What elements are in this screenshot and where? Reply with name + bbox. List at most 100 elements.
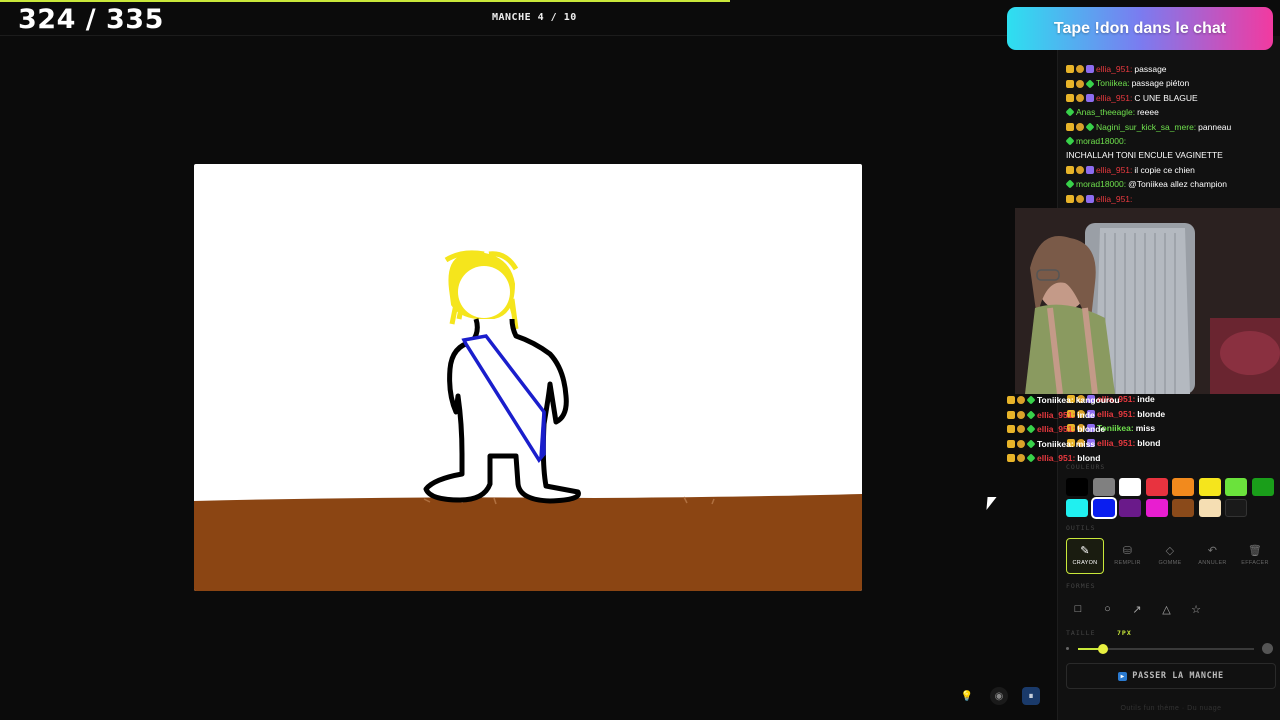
- crown-badge-icon: [1066, 94, 1074, 103]
- gold-badge-icon: [1017, 425, 1025, 434]
- chat-text: panneau: [1198, 121, 1232, 132]
- skip-round-button[interactable]: ▶ PASSER LA MANCHE: [1066, 663, 1276, 689]
- drawing: [194, 250, 862, 591]
- overlay-text: blond: [1137, 437, 1161, 448]
- arrow-icon[interactable]: ↗: [1127, 600, 1147, 618]
- chat-text: il copie ce chien: [1134, 164, 1195, 175]
- ellipse-icon[interactable]: ○: [1098, 600, 1118, 618]
- color-swatch[interactable]: [1225, 499, 1247, 517]
- green-badge-icon: [1026, 410, 1036, 420]
- chat-username: ellia_951:: [1096, 193, 1133, 204]
- overlay-text: inde: [1137, 394, 1155, 404]
- color-swatch[interactable]: [1251, 478, 1274, 496]
- crown-badge-icon: [1066, 122, 1074, 131]
- green-badge-icon: [1026, 395, 1036, 405]
- header-divider: [0, 35, 1056, 36]
- chat-username: Toniikea:: [1096, 78, 1130, 89]
- green-badge-icon: [1066, 136, 1075, 146]
- sub-badge-icon: [1086, 65, 1094, 74]
- drawing-canvas[interactable]: [194, 164, 862, 591]
- eye-icon[interactable]: ◉: [990, 687, 1008, 705]
- gold-badge-icon: [1017, 410, 1025, 419]
- chat-list: ellia_951: passage Toniikea: passage piét…: [1066, 62, 1271, 206]
- chat-message: morad18000: @Toniikea allez champion: [1066, 177, 1271, 191]
- color-swatch[interactable]: [1172, 478, 1194, 496]
- overlay-chat-message: ellia_951: blonde: [1007, 422, 1120, 437]
- gold-badge-icon: [1017, 439, 1025, 448]
- tool-remplir[interactable]: ⛁ REMPLIR: [1109, 538, 1147, 574]
- chat-message: ellia_951: passage: [1066, 62, 1271, 76]
- color-swatch[interactable]: [1119, 499, 1141, 517]
- crown-badge-icon: [1066, 79, 1074, 88]
- chat-text: passage: [1134, 64, 1167, 74]
- green-badge-icon: [1085, 122, 1095, 132]
- gold-badge-icon: [1076, 94, 1084, 103]
- overlay-chat-left: Toniikea: kangourou ellia_951: inde ellia_95…: [1007, 393, 1120, 466]
- pause-icon[interactable]: ⏸: [1022, 687, 1040, 705]
- tool-gomme[interactable]: ◇ GOMME: [1151, 538, 1189, 574]
- skip-round-label: PASSER LA MANCHE: [1132, 671, 1224, 681]
- rectangle-icon[interactable]: □: [1068, 600, 1088, 618]
- gold-badge-icon: [1076, 194, 1084, 203]
- tool-crayon[interactable]: ✎ CRAYON: [1066, 538, 1104, 574]
- bucket-icon: ⛁: [1122, 545, 1133, 557]
- overlay-username: Toniikea:: [1037, 438, 1074, 449]
- lightbulb-icon[interactable]: 💡: [958, 687, 976, 705]
- webcam-feed: [1015, 208, 1280, 394]
- gold-badge-icon: [1076, 166, 1084, 175]
- overlay-username: Toniikea:: [1037, 395, 1074, 405]
- chat-message: ellia_951:: [1066, 192, 1271, 206]
- green-badge-icon: [1085, 79, 1095, 89]
- chat-message: ellia_951: C UNE BLAGUE: [1066, 91, 1271, 105]
- chat-text: INCHALLAH TONI ENCULE VAGINETTE: [1066, 150, 1223, 161]
- color-swatch[interactable]: [1092, 478, 1115, 496]
- round-indicator: MANCHE 4 / 10: [492, 12, 577, 23]
- gold-badge-icon: [1076, 65, 1084, 74]
- gold-badge-icon: [1017, 454, 1025, 463]
- color-swatch[interactable]: [1119, 478, 1141, 496]
- color-swatch[interactable]: [1225, 478, 1247, 496]
- chat-message: morad18000:: [1066, 134, 1271, 148]
- crown-badge-icon: [1007, 454, 1015, 463]
- tool-label: CRAYON: [1072, 560, 1098, 566]
- size-min-dot: [1066, 647, 1069, 650]
- pencil-icon: ✎: [1080, 545, 1090, 557]
- tool-annuler[interactable]: ↶ ANNULER: [1194, 538, 1232, 574]
- size-label: TAILLE: [1066, 629, 1096, 637]
- tool-label: EFFACER: [1241, 560, 1269, 566]
- shapes-label: FORMES: [1066, 582, 1096, 590]
- green-badge-icon: [1066, 107, 1075, 117]
- score-counter: 324 / 335: [18, 4, 164, 35]
- triangle-icon[interactable]: △: [1157, 600, 1177, 618]
- chat-username: morad18000:: [1076, 179, 1127, 190]
- undo-icon: ↶: [1207, 545, 1218, 557]
- green-badge-icon: [1066, 179, 1075, 189]
- color-swatch[interactable]: [1198, 499, 1221, 517]
- tool-label: REMPLIR: [1114, 560, 1141, 566]
- chat-text: reeee: [1137, 107, 1159, 118]
- color-swatch[interactable]: [1090, 497, 1117, 519]
- eraser-icon: ◇: [1165, 545, 1175, 557]
- size-slider-knob[interactable]: [1098, 644, 1108, 654]
- crown-badge-icon: [1007, 439, 1015, 448]
- overlay-text: blonde: [1077, 424, 1106, 434]
- color-swatch[interactable]: [1145, 478, 1168, 496]
- color-swatch[interactable]: [1066, 499, 1088, 517]
- gold-badge-icon: [1017, 396, 1025, 405]
- color-swatch[interactable]: [1172, 499, 1194, 517]
- colors-label: COULEURS: [1066, 463, 1106, 471]
- chat-text: @Toniikea allez champion: [1128, 179, 1227, 190]
- star-icon[interactable]: ☆: [1186, 600, 1206, 618]
- crown-badge-icon: [1007, 410, 1015, 419]
- color-swatch[interactable]: [1145, 499, 1168, 517]
- chat-message: Toniikea: passage piéton: [1066, 76, 1271, 90]
- tool-label: ANNULER: [1198, 560, 1227, 566]
- color-swatch[interactable]: [1066, 478, 1088, 496]
- tool-effacer[interactable]: 🗑 EFFACER: [1236, 538, 1274, 574]
- progress-line: [0, 0, 730, 2]
- overlay-username: ellia_951:: [1037, 409, 1076, 420]
- color-swatch[interactable]: [1198, 478, 1221, 496]
- crown-badge-icon: [1007, 396, 1015, 405]
- overlay-text: kangourou: [1075, 395, 1120, 405]
- crown-badge-icon: [1007, 425, 1015, 434]
